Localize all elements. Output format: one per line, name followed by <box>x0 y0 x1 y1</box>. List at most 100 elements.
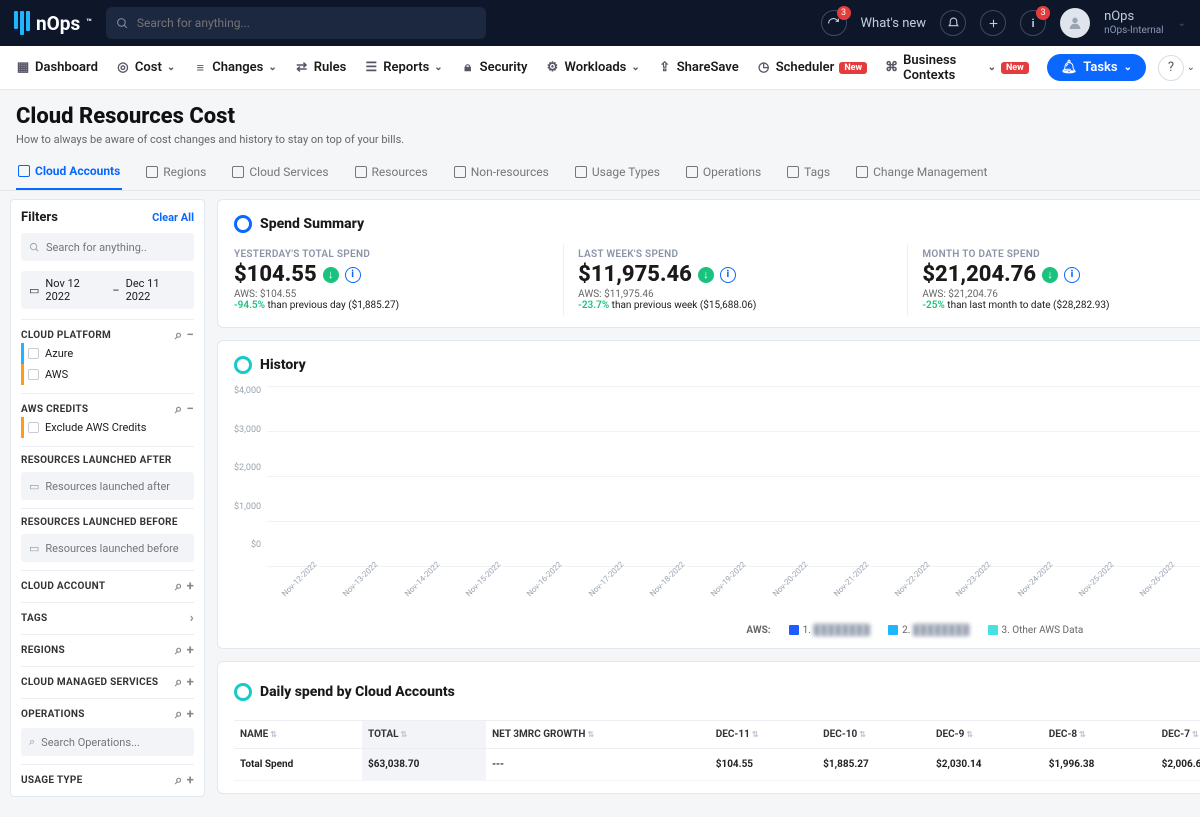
tab-tags[interactable]: Tags <box>785 155 832 189</box>
global-search-input[interactable] <box>137 16 476 30</box>
info-icon[interactable]: i <box>345 267 361 283</box>
nav-scheduler[interactable]: ◷SchedulerNew <box>757 60 867 75</box>
minus-icon[interactable]: − <box>186 328 194 343</box>
search-icon[interactable]: ⌕ <box>175 773 183 788</box>
tab-cloud-accounts[interactable]: Cloud Accounts <box>16 154 122 190</box>
nav-business-contexts[interactable]: ⌘Business Contexts⌄New <box>885 53 1029 83</box>
search-icon[interactable]: ⌕ <box>175 707 183 722</box>
search-icon[interactable]: ⌕ <box>175 579 183 594</box>
col-total[interactable]: TOTAL⇅ <box>362 721 486 749</box>
exclude-aws-credits[interactable]: Exclude AWS Credits <box>21 417 194 438</box>
plus-icon[interactable]: + <box>187 773 194 788</box>
user-menu[interactable]: nOps nOps-Internal <box>1104 10 1164 35</box>
plus-icon[interactable]: + <box>187 643 194 658</box>
filter-section-managed-services[interactable]: CLOUD MANAGED SERVICES <box>21 677 158 688</box>
plus-icon[interactable]: + <box>187 579 194 594</box>
filter-section-tags[interactable]: TAGS <box>21 613 47 624</box>
checkbox[interactable] <box>28 348 39 359</box>
spend-summary-card: Spend Summary + Create New Chargeback YE… <box>217 199 1200 328</box>
minus-icon[interactable]: − <box>186 402 194 417</box>
col-name[interactable]: NAME⇅ <box>234 721 362 749</box>
card-title: Daily spend by Cloud Accounts <box>260 684 455 700</box>
tab-operations[interactable]: Operations <box>684 155 763 189</box>
tab-icon <box>575 166 587 178</box>
col-dec-10[interactable]: DEC-10⇅ <box>817 721 930 749</box>
tab-usage-types[interactable]: Usage Types <box>573 155 662 189</box>
nav-reports[interactable]: ☰Reports⌄ <box>364 60 442 75</box>
chevron-down-icon[interactable]: ⌄ <box>1178 18 1186 29</box>
search-icon[interactable]: ⌕ <box>175 675 183 690</box>
tab-regions[interactable]: Regions <box>144 155 208 189</box>
search-icon[interactable]: ⌕ <box>175 328 183 343</box>
info-icon[interactable]: i <box>720 267 736 283</box>
tab-icon <box>146 166 158 178</box>
launched-after-input[interactable]: ▭ <box>21 472 194 500</box>
global-search[interactable] <box>106 7 486 39</box>
metric-last-week: LAST WEEK'S SPEND $11,975.46↓i AWS: $11,… <box>564 245 908 315</box>
filter-section-operations[interactable]: OPERATIONS <box>21 709 85 720</box>
new-badge: New <box>839 62 867 74</box>
avatar[interactable] <box>1060 8 1090 38</box>
search-icon[interactable]: ⌕ <box>175 402 183 417</box>
help-icon[interactable]: ?⌄ <box>1158 55 1184 81</box>
plus-icon[interactable]: + <box>187 707 194 722</box>
date-from: Nov 12 2022 <box>45 277 106 303</box>
main-nav: ▦Dashboard ◎Cost⌄ ≡Changes⌄ ⇄Rules ☰Repo… <box>0 46 1200 90</box>
chevron-down-icon: ⌄ <box>434 62 442 73</box>
nav-changes[interactable]: ≡Changes⌄ <box>193 60 276 75</box>
topbar: nOps ™ 3 What's new i 3 nOps nOps-Intern… <box>0 0 1200 46</box>
platform-aws[interactable]: AWS <box>21 364 194 385</box>
operations-search[interactable]: ⌕ <box>21 728 194 756</box>
checkbox[interactable] <box>28 369 39 380</box>
info-icon[interactable]: i <box>1064 267 1080 283</box>
nav-sharesave[interactable]: ⇪ShareSave <box>658 60 739 75</box>
filter-section-regions[interactable]: REGIONS <box>21 645 65 656</box>
info-icon[interactable]: i 3 <box>1020 10 1046 36</box>
filter-section-cloud-account[interactable]: CLOUD ACCOUNT <box>21 581 105 592</box>
dollar-icon <box>234 683 252 701</box>
tab-cloud-services[interactable]: Cloud Services <box>230 155 330 189</box>
filters-search[interactable] <box>21 233 194 261</box>
plus-icon[interactable]: + <box>187 675 194 690</box>
nav-workloads[interactable]: ⚙︎Workloads⌄ <box>546 60 640 75</box>
col-dec-9[interactable]: DEC-9⇅ <box>930 721 1043 749</box>
brand-logo[interactable]: nOps ™ <box>14 11 92 35</box>
search-icon[interactable]: ⌕ <box>175 643 183 658</box>
metric-mtd: MONTH TO DATE SPEND $21,204.76↓i AWS: $2… <box>908 245 1200 315</box>
tab-icon <box>232 166 244 178</box>
calendar-icon: ▭ <box>29 542 39 555</box>
tab-resources[interactable]: Resources <box>353 155 430 189</box>
tab-change-management[interactable]: Change Management <box>854 155 989 189</box>
add-icon[interactable] <box>980 10 1006 36</box>
nav-cost[interactable]: ◎Cost⌄ <box>116 60 175 75</box>
nav-rules[interactable]: ⇄Rules <box>295 60 347 75</box>
history-chart: $4,000$3,000$2,000$1,000$0 <box>234 386 1200 586</box>
tasks-button[interactable]: 🔔︎Tasks⌄ <box>1047 54 1146 81</box>
chevron-down-icon: ⌄ <box>631 62 639 73</box>
trend-down-icon: ↓ <box>323 267 339 283</box>
col-dec-8[interactable]: DEC-8⇅ <box>1043 721 1156 749</box>
date-range[interactable]: ▭ Nov 12 2022 – Dec 11 2022 <box>21 271 194 309</box>
clear-all-link[interactable]: Clear All <box>152 211 194 224</box>
tab-non-resources[interactable]: Non-resources <box>452 155 551 189</box>
col-dec-11[interactable]: DEC-11⇅ <box>710 721 817 749</box>
table-row[interactable]: Total Spend $63,038.70 --- $104.55 $1,88… <box>234 749 1200 781</box>
nav-dashboard[interactable]: ▦Dashboard <box>16 60 98 75</box>
cluster-icon: ⌘ <box>885 61 898 75</box>
chevron-right-icon[interactable]: › <box>190 611 194 626</box>
bell-icon[interactable] <box>940 10 966 36</box>
checkbox[interactable] <box>28 422 39 433</box>
launched-before-input[interactable]: ▭ <box>21 534 194 562</box>
whats-new-link[interactable]: What's new <box>861 16 927 31</box>
bell-icon: 🔔︎ <box>1061 60 1078 75</box>
refresh-icon[interactable]: 3 <box>821 10 847 36</box>
filters-search-input[interactable] <box>46 241 186 254</box>
platform-azure[interactable]: Azure <box>21 343 194 364</box>
col-dec-7[interactable]: DEC-7⇅ <box>1156 721 1200 749</box>
filter-section-usage-type[interactable]: USAGE TYPE <box>21 775 83 786</box>
filter-section-launched-before: RESOURCES LAUNCHED BEFORE <box>21 517 178 528</box>
nav-security[interactable]: 🔒︎Security <box>461 60 528 75</box>
trend-down-icon: ↓ <box>698 267 714 283</box>
dollar-icon <box>234 356 252 374</box>
col-net3mrc[interactable]: NET 3MRC GROWTH⇅ <box>486 721 710 749</box>
